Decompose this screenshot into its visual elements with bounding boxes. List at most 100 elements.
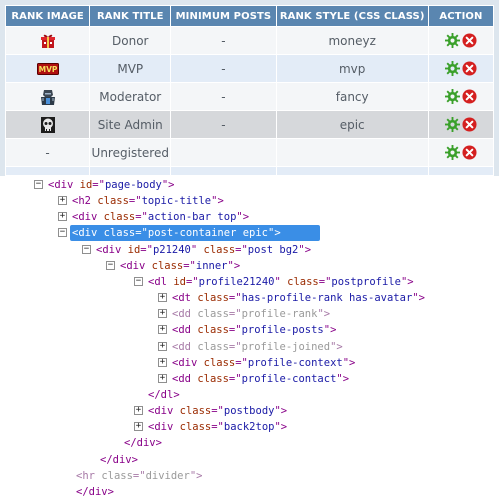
delete-icon[interactable] bbox=[462, 61, 477, 76]
expand-toggle-icon[interactable]: + bbox=[158, 325, 167, 335]
collapse-toggle-icon[interactable]: − bbox=[106, 260, 115, 270]
mvp-badge-icon: MVP bbox=[36, 63, 59, 75]
skull-icon bbox=[40, 116, 55, 133]
attr-value: profile-joined bbox=[241, 340, 331, 353]
rank-style bbox=[276, 139, 428, 166]
expand-toggle-icon[interactable]: + bbox=[58, 212, 67, 222]
tree-node-markup: <hr class="divider"> bbox=[76, 469, 203, 482]
rank-title: MVP bbox=[90, 55, 171, 82]
rank-style: epic bbox=[276, 111, 428, 138]
rank-style: mvp bbox=[276, 55, 428, 82]
gear-icon[interactable] bbox=[444, 117, 460, 132]
tree-node-markup: <div id="page-body"> bbox=[48, 179, 175, 191]
rank-image-cell bbox=[6, 111, 90, 138]
rank-title: Unregistered bbox=[90, 139, 171, 166]
expand-toggle-icon[interactable]: + bbox=[58, 196, 67, 206]
tree-node-markup: <div class="inner"> bbox=[120, 259, 241, 272]
rank-table-header: RANK IMAGE RANK TITLE MINIMUM POSTS RANK… bbox=[6, 6, 493, 26]
attr-value: post bg2 bbox=[247, 243, 299, 256]
attr-value: back2top bbox=[223, 421, 275, 434]
gear-icon[interactable] bbox=[444, 89, 460, 104]
minimum-posts: - bbox=[171, 111, 276, 138]
attr-name: class bbox=[203, 243, 236, 256]
attr-name: class bbox=[179, 421, 212, 434]
delete-icon[interactable] bbox=[462, 33, 477, 48]
action-cell bbox=[428, 111, 493, 138]
attr-value: profile-context bbox=[247, 356, 343, 369]
tree-node-markup: <dd class="profile-rank"> bbox=[172, 308, 331, 321]
delete-icon[interactable] bbox=[462, 89, 477, 104]
expand-toggle-icon[interactable]: + bbox=[158, 341, 167, 351]
attr-name: class bbox=[151, 259, 184, 272]
column-header-minimum-posts[interactable]: MINIMUM POSTS bbox=[171, 6, 276, 26]
tag-name: dt bbox=[178, 292, 191, 305]
tree-node-markup: <div class="action-bar top"> bbox=[72, 211, 250, 224]
attr-name: class bbox=[101, 469, 133, 482]
minimum-posts: - bbox=[171, 27, 276, 54]
attr-value: action-bar top bbox=[147, 211, 237, 224]
dom-inspector-tree: − <div id="page-body"> + <h2 class="topic-t… bbox=[0, 176, 499, 498]
rank-style: moneyz bbox=[276, 27, 428, 54]
gear-icon[interactable] bbox=[444, 33, 460, 48]
tree-node-selected[interactable]: − <div class="post-container epic"> bbox=[58, 225, 320, 242]
tag-name: div bbox=[78, 227, 98, 240]
rank-row-partial bbox=[6, 167, 493, 175]
delete-icon[interactable] bbox=[462, 145, 477, 160]
rank-image-cell bbox=[6, 27, 90, 54]
rank-title: Donor bbox=[90, 27, 171, 54]
tree-node-markup: <div class="post-container epic"> bbox=[72, 227, 281, 240]
tree-node-markup: <dt class="has-profile-rank has-avatar"> bbox=[172, 292, 425, 305]
attr-name: class bbox=[197, 292, 229, 305]
column-header-rank-title[interactable]: RANK TITLE bbox=[90, 6, 171, 26]
expand-toggle-icon[interactable]: + bbox=[158, 357, 167, 367]
collapse-toggle-icon[interactable]: − bbox=[134, 276, 143, 286]
mvp-badge-text: MVP bbox=[38, 65, 57, 74]
attr-value: divider bbox=[145, 469, 190, 482]
expand-toggle-icon[interactable]: + bbox=[158, 293, 167, 303]
collapse-toggle-icon[interactable]: − bbox=[82, 244, 91, 254]
attr-value: has-profile-rank has-avatar bbox=[241, 292, 413, 305]
rank-table-panel: RANK IMAGE RANK TITLE MINIMUM POSTS RANK… bbox=[0, 0, 499, 176]
collapse-toggle-icon[interactable]: − bbox=[34, 180, 43, 189]
attr-name: id bbox=[127, 243, 141, 256]
attr-value: page-body bbox=[104, 179, 162, 191]
tag-name: div bbox=[136, 437, 156, 450]
tag-name: dd bbox=[178, 340, 191, 353]
column-header-rank-style[interactable]: RANK STYLE (CSS CLASS) bbox=[276, 6, 428, 26]
gear-icon[interactable] bbox=[444, 61, 460, 76]
collapse-toggle-icon[interactable]: − bbox=[58, 228, 67, 238]
tree-node-markup: <div class="profile-context"> bbox=[172, 356, 356, 369]
expand-toggle-icon[interactable]: + bbox=[134, 406, 143, 416]
attr-name: id bbox=[79, 179, 93, 191]
delete-icon[interactable] bbox=[462, 117, 477, 132]
gear-icon[interactable] bbox=[444, 145, 460, 160]
tag-name: hr bbox=[82, 469, 95, 482]
expand-toggle-icon[interactable]: + bbox=[134, 422, 143, 432]
attr-value: post-container epic bbox=[147, 227, 268, 240]
tree-node-markup: </dl> bbox=[148, 388, 180, 401]
expand-toggle-icon[interactable]: + bbox=[158, 309, 167, 319]
attr-value: profile21240 bbox=[198, 275, 275, 288]
rank-image-cell: - bbox=[6, 139, 90, 166]
tag-name: dd bbox=[178, 372, 191, 385]
rank-row-site-admin: Site Admin - epic bbox=[6, 111, 493, 138]
action-cell bbox=[428, 139, 493, 166]
tree-node-markup: <dd class="profile-joined"> bbox=[172, 340, 343, 353]
tree-node-markup: <div class="back2top"> bbox=[148, 421, 288, 434]
attr-value: p21240 bbox=[152, 243, 191, 256]
attr-name: class bbox=[203, 356, 236, 369]
tag-name: dd bbox=[178, 308, 191, 321]
rank-row-donor: Donor - moneyz bbox=[6, 27, 493, 54]
expand-toggle-icon[interactable]: + bbox=[158, 373, 167, 383]
tag-name: div bbox=[54, 179, 74, 191]
tree-node-markup: </div> bbox=[76, 485, 114, 498]
action-cell bbox=[428, 55, 493, 82]
column-header-rank-image[interactable]: RANK IMAGE bbox=[6, 6, 90, 26]
tree-node-markup: </div> bbox=[124, 437, 162, 450]
attr-name: class bbox=[197, 340, 229, 353]
rank-title: Site Admin bbox=[90, 111, 171, 138]
red-gift-icon bbox=[40, 34, 55, 48]
attr-value: profile-rank bbox=[241, 308, 318, 321]
rank-style: fancy bbox=[276, 83, 428, 110]
minimum-posts: - bbox=[171, 55, 276, 82]
